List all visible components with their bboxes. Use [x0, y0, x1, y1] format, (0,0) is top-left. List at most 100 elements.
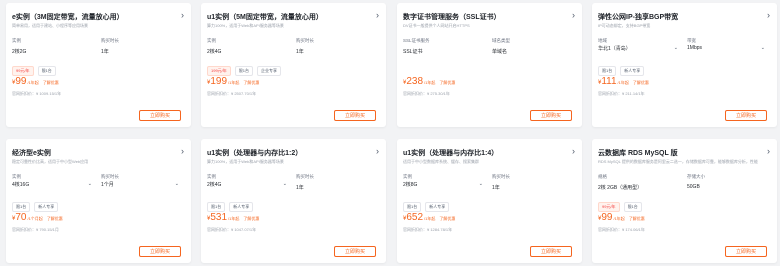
chevron-down-icon: ⌄ — [673, 45, 678, 51]
card-title[interactable]: u1实例（5M固定带宽，流量放心用） — [207, 12, 323, 22]
field-value-duration: 1年 — [296, 49, 304, 55]
price-amount: 531 — [210, 212, 228, 223]
limit-tag: 限1台 — [12, 202, 31, 212]
tag-list: 199元/年 限1台 企业专享 — [207, 66, 282, 76]
field-value-spec: 2核 2GB（通用型） — [598, 185, 643, 191]
product-card-eip[interactable]: 弹性公网IP-独享BGP带宽 › IP可动态绑定，支持BGP带宽 地域 华北1（… — [592, 3, 777, 127]
discount-link[interactable]: 了解优惠 — [633, 80, 649, 86]
promo-tag: 199元/年 — [207, 66, 231, 76]
bandwidth-select-value: 1Mbps — [687, 45, 703, 51]
product-card-economy-e[interactable]: 经济型e实例 › 稳定可靠性价比高，适用于中小型Web应用 实例 4核16G ⌄… — [6, 139, 191, 263]
enterprise-tag: 企业专享 — [257, 66, 282, 76]
original-price: 官网折扣价：¥ 1047.07/1年 — [207, 227, 257, 232]
original-price: 官网折扣价：¥ 1009.15/1年 — [12, 91, 62, 96]
card-description: RDS MySQL 提供的数据库服务是阿里云二选一，存储数据库可靠，能够数据库分… — [598, 159, 758, 164]
field-label-instance: 实例 — [207, 174, 216, 179]
buy-now-button[interactable]: 立即购买 — [334, 246, 376, 257]
price-row: ¥ 99 /1年起 了解优惠 — [12, 76, 59, 87]
field-label-instance: 实例 — [403, 174, 412, 179]
promo-tag: 99元/年 — [12, 66, 34, 76]
card-title[interactable]: u1实例（处理器与内存比1:4） — [403, 148, 498, 158]
instance-select[interactable]: 4核16G ⌄ — [12, 181, 92, 191]
price-unit: /1年起 — [424, 216, 436, 221]
new-user-tag: 新人专享 — [229, 202, 254, 212]
chevron-right-icon[interactable]: › — [181, 10, 184, 20]
duration-select[interactable]: 1个月 ⌄ — [101, 181, 179, 191]
limit-tag: 限1台 — [403, 202, 422, 212]
original-price: 官网折扣价：¥ 174.06/1年 — [598, 227, 645, 232]
limit-tag: 限1台 — [623, 202, 642, 212]
limit-tag: 限1台 — [37, 66, 56, 76]
field-label-bandwidth: 带宽 — [687, 38, 696, 43]
price-unit: /1年起 — [617, 80, 629, 85]
price-unit: /1个月起 — [27, 216, 43, 221]
buy-now-button[interactable]: 立即购买 — [725, 110, 767, 121]
chevron-right-icon[interactable]: › — [181, 146, 184, 156]
field-label-duration: 购买时长 — [101, 38, 119, 43]
field-value-domain-type: 单域名 — [492, 49, 508, 55]
original-price: 官网折扣价：¥ 790.15/1月 — [12, 227, 59, 232]
card-title[interactable]: e实例（3M固定带宽，流量放心用） — [12, 12, 124, 22]
product-card-u1-5m[interactable]: u1实例（5M固定带宽，流量放心用） › 算力100%，适用于Web和API服务… — [201, 3, 386, 127]
buy-now-button[interactable]: 立即购买 — [334, 110, 376, 121]
field-label-duration: 购买时长 — [296, 174, 314, 179]
chevron-right-icon[interactable]: › — [376, 10, 379, 20]
chevron-down-icon: ⌄ — [282, 181, 287, 187]
card-description: 算力100%，适用于Web和API服务器等场景 — [207, 23, 284, 28]
tag-list: 限1台 新人专享 — [598, 66, 645, 76]
field-label-instance: 实例 — [12, 174, 21, 179]
instance-select[interactable]: 2核4G ⌄ — [207, 181, 287, 191]
card-title[interactable]: 数字证书管理服务（SSL证书） — [403, 12, 501, 22]
tag-list: 99元/年 限1台 — [12, 66, 56, 76]
card-title[interactable]: u1实例（处理器与内存比1:2） — [207, 148, 302, 158]
price-amount: 652 — [406, 212, 424, 223]
discount-link[interactable]: 了解优惠 — [243, 216, 259, 222]
field-value-duration: 1年 — [492, 185, 500, 191]
chevron-down-icon: ⌄ — [174, 181, 179, 187]
bandwidth-select[interactable]: 1Mbps ⌄ — [687, 45, 765, 55]
tag-list: 限1台 新人专享 — [403, 202, 450, 212]
instance-select-value: 4核16G — [12, 182, 30, 188]
product-card-u1-1-2[interactable]: u1实例（处理器与内存比1:2） › 算力100%，适用于Web和API服务器等… — [201, 139, 386, 263]
price-amount: 199 — [210, 76, 228, 87]
discount-link[interactable]: 了解优惠 — [439, 80, 455, 86]
original-price: 官网折扣价：¥ 211.14/1年 — [598, 91, 645, 96]
instance-select[interactable]: 2核8G ⌄ — [403, 181, 483, 191]
chevron-right-icon[interactable]: › — [767, 10, 770, 20]
field-label-instance: 实例 — [12, 38, 21, 43]
discount-link[interactable]: 了解优惠 — [629, 216, 645, 222]
field-label-storage: 存储大小 — [687, 174, 705, 179]
product-card-rds-mysql[interactable]: 云数据库 RDS MySQL 版 › RDS MySQL 提供的数据库服务是阿里… — [592, 139, 777, 263]
discount-link[interactable]: 了解优惠 — [439, 216, 455, 222]
price-row: ¥ 531 /1年起 了解优惠 — [207, 212, 259, 223]
price-row: ¥ 111 /1年起 了解优惠 — [598, 76, 649, 87]
card-description: 算力100%，适用于Web和API服务器等场景 — [207, 159, 284, 164]
instance-select-value: 2核8G — [403, 182, 418, 188]
buy-now-button[interactable]: 立即购买 — [725, 246, 767, 257]
buy-now-button[interactable]: 立即购买 — [530, 246, 572, 257]
field-label-duration: 购买时长 — [492, 174, 510, 179]
chevron-right-icon[interactable]: › — [572, 146, 575, 156]
product-card-e-instance[interactable]: e实例（3M固定带宽，流量放心用） › 简单易用，适用于建站、小程序等应用场景 … — [6, 3, 191, 127]
product-card-u1-1-4[interactable]: u1实例（处理器与内存比1:4） › 适用于中小型数据库系统、缓存、搜索集群 实… — [397, 139, 582, 263]
chevron-right-icon[interactable]: › — [376, 146, 379, 156]
discount-link[interactable]: 了解优惠 — [47, 216, 63, 222]
chevron-right-icon[interactable]: › — [767, 146, 770, 156]
new-user-tag: 新人专享 — [620, 66, 645, 76]
field-value-storage: 50GB — [687, 184, 700, 190]
discount-link[interactable]: 了解优惠 — [243, 80, 259, 86]
card-title[interactable]: 经济型e实例 — [12, 148, 51, 158]
product-card-ssl[interactable]: 数字证书管理服务（SSL证书） › DV证书一般提供个人网站开启HTTPS SS… — [397, 3, 582, 127]
field-value-instance: 2核4G — [207, 49, 222, 55]
original-price: 官网折扣价：¥ 2507.70/1年 — [207, 91, 257, 96]
card-title[interactable]: 弹性公网IP-独享BGP带宽 — [598, 12, 678, 22]
card-title[interactable]: 云数据库 RDS MySQL 版 — [598, 148, 678, 158]
discount-link[interactable]: 了解优惠 — [43, 80, 59, 86]
buy-now-button[interactable]: 立即购买 — [530, 110, 572, 121]
buy-now-button[interactable]: 立即购买 — [139, 110, 181, 121]
chevron-down-icon: ⌄ — [478, 181, 483, 187]
chevron-right-icon[interactable]: › — [572, 10, 575, 20]
region-select[interactable]: 华北1（青岛） ⌄ — [598, 45, 678, 55]
price-unit: /1年起 — [228, 216, 240, 221]
buy-now-button[interactable]: 立即购买 — [139, 246, 181, 257]
